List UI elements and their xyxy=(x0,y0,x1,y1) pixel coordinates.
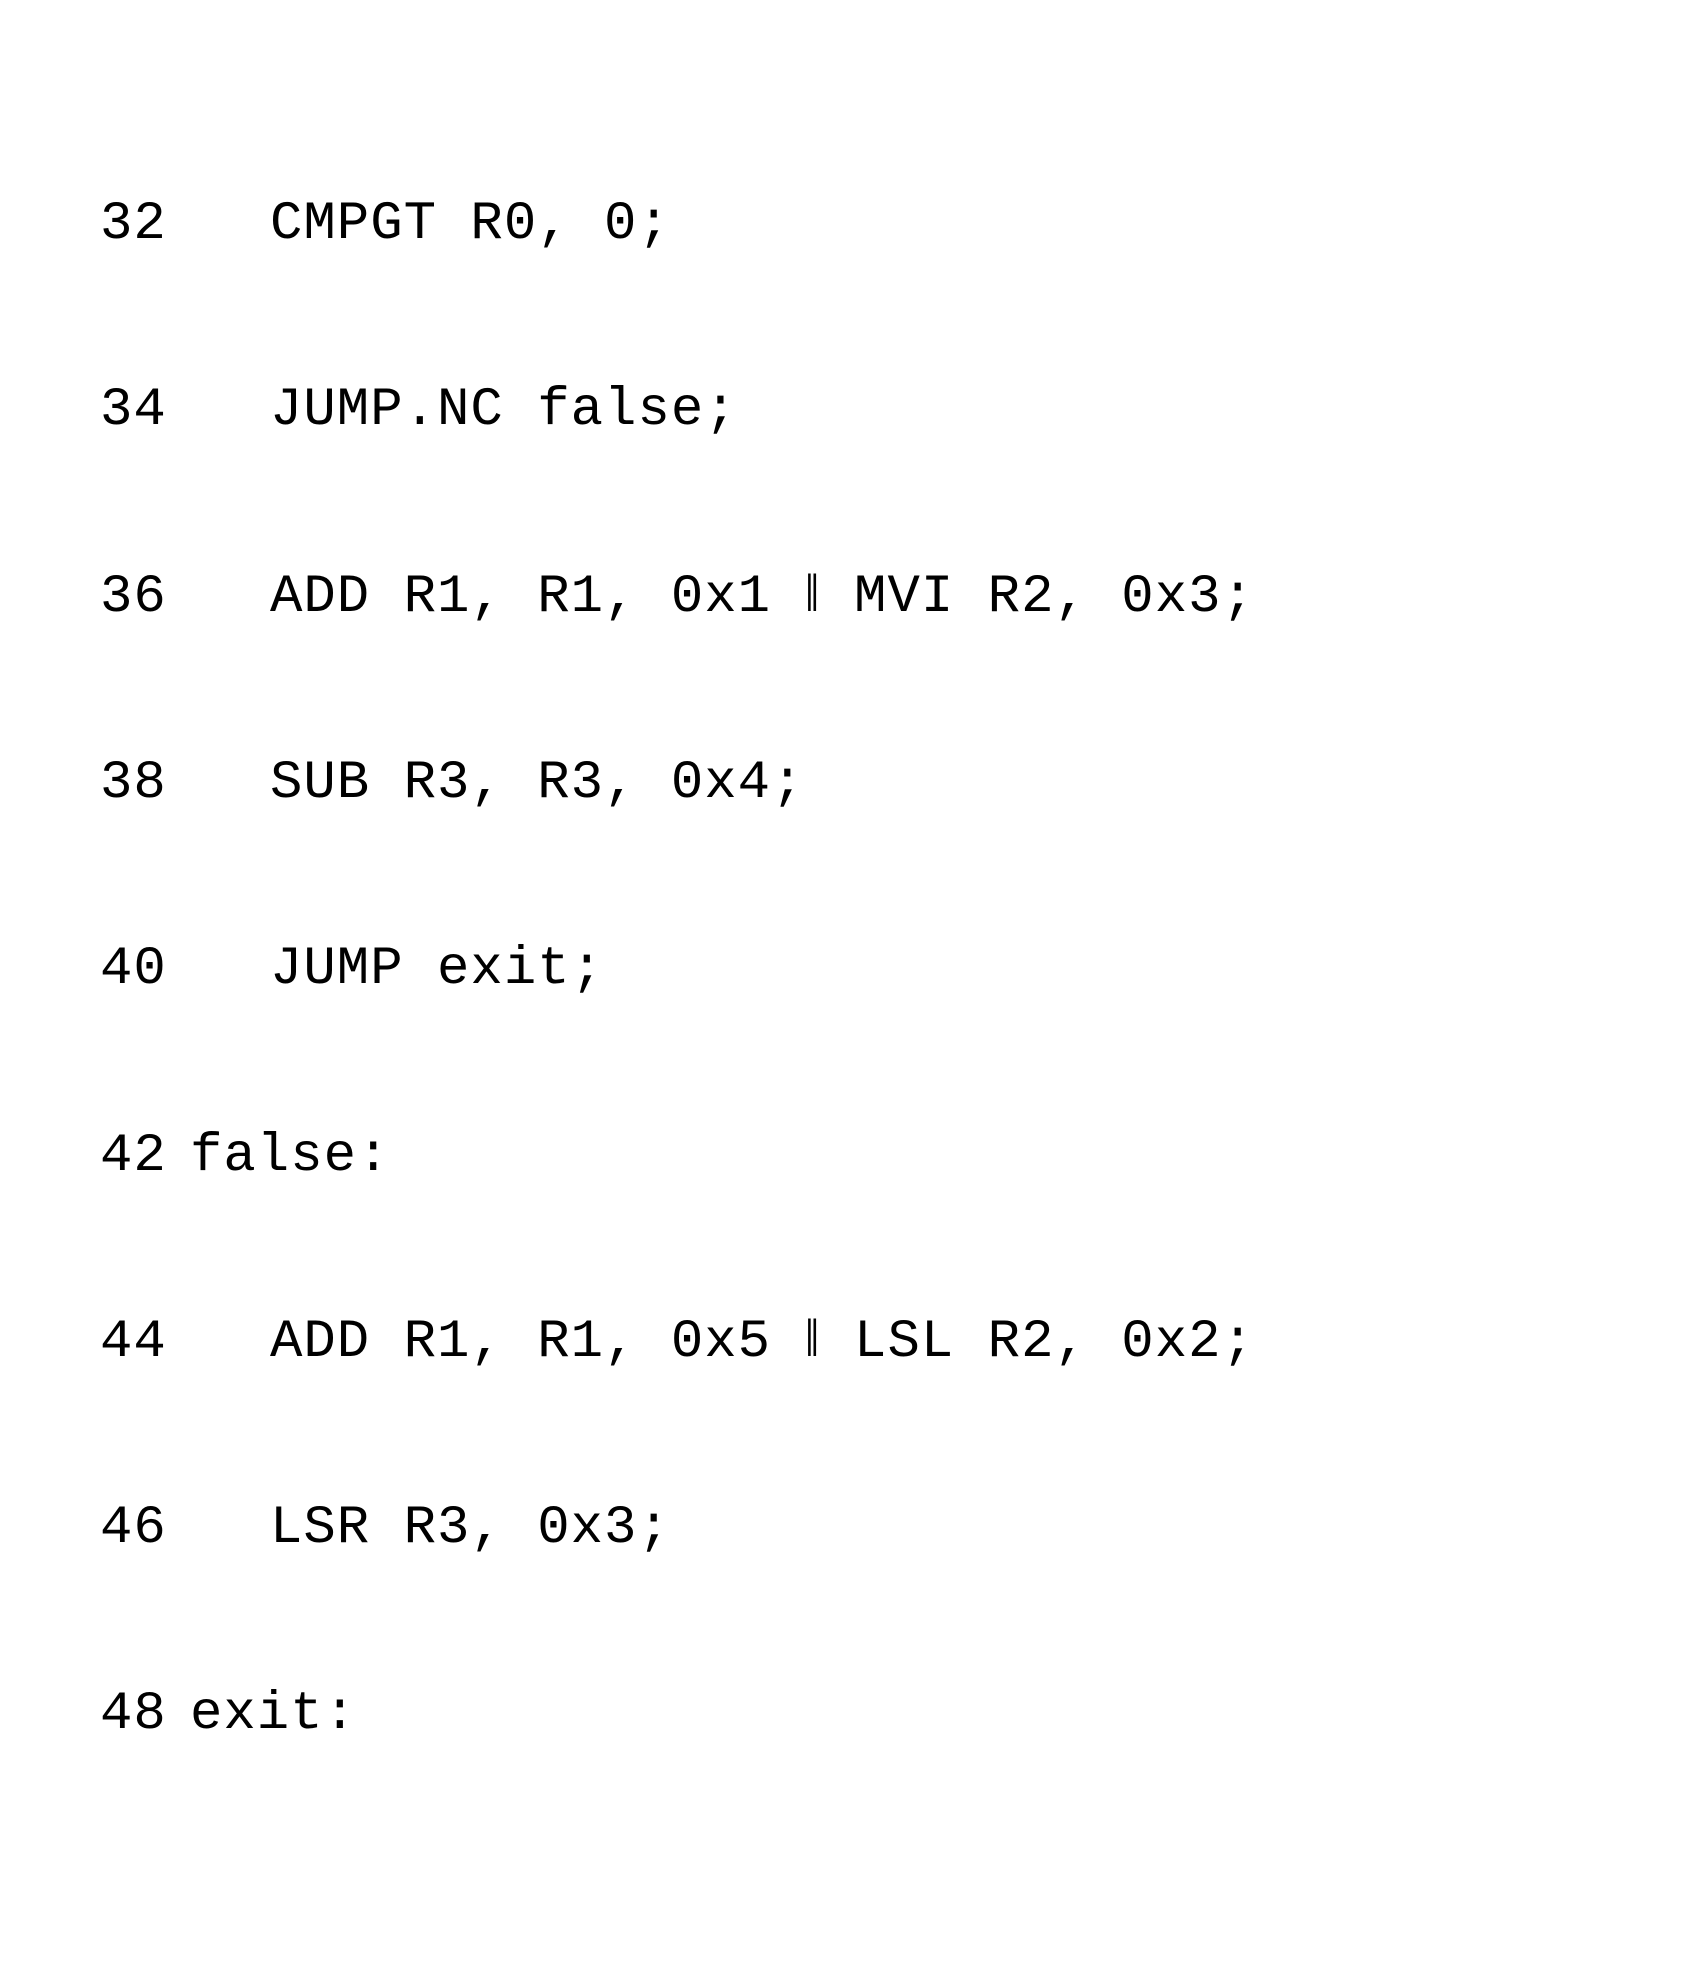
code-line: 42false: xyxy=(100,1126,1703,1188)
code-line: 36 ADD R1, R1, 0x1 ‖ MVI R2, 0x3; xyxy=(100,567,1703,629)
instruction-text: LSR R3, 0x3; xyxy=(270,1498,671,1560)
line-number: 34 xyxy=(100,380,190,442)
label-text: exit: xyxy=(190,1684,357,1746)
assembly-code-listing: 32 CMPGT R0, 0; 34 JUMP.NC false; 36 ADD R1… xyxy=(100,70,1703,1871)
code-line: 46 LSR R3, 0x3; xyxy=(100,1498,1703,1560)
code-line: 38 SUB R3, R3, 0x4; xyxy=(100,753,1703,815)
instruction-text: JUMP exit; xyxy=(270,939,604,1001)
line-number: 38 xyxy=(100,753,190,815)
line-number: 42 xyxy=(100,1126,190,1188)
instruction-text: SUB R3, R3, 0x4; xyxy=(270,753,804,815)
instruction-text: JUMP.NC false; xyxy=(270,380,738,442)
label-text: false: xyxy=(190,1126,390,1188)
line-number: 36 xyxy=(100,567,190,629)
instruction-text: ADD R1, R1, 0x5 ‖ LSL R2, 0x2; xyxy=(270,1312,1255,1374)
code-line: 32 CMPGT R0, 0; xyxy=(100,194,1703,256)
line-number: 44 xyxy=(100,1312,190,1374)
line-number: 40 xyxy=(100,939,190,1001)
instruction-text: ADD R1, R1, 0x1 ‖ MVI R2, 0x3; xyxy=(270,567,1255,629)
code-line: 44 ADD R1, R1, 0x5 ‖ LSL R2, 0x2; xyxy=(100,1312,1703,1374)
code-line: 34 JUMP.NC false; xyxy=(100,380,1703,442)
line-number: 48 xyxy=(100,1684,190,1746)
line-number: 46 xyxy=(100,1498,190,1560)
figure-container: 32 CMPGT R0, 0; 34 JUMP.NC false; 36 ADD R1… xyxy=(0,0,1703,1982)
code-line: 40 JUMP exit; xyxy=(100,939,1703,1001)
instruction-text: CMPGT R0, 0; xyxy=(270,194,671,256)
code-line: 48exit: xyxy=(100,1684,1703,1746)
line-number: 32 xyxy=(100,194,190,256)
